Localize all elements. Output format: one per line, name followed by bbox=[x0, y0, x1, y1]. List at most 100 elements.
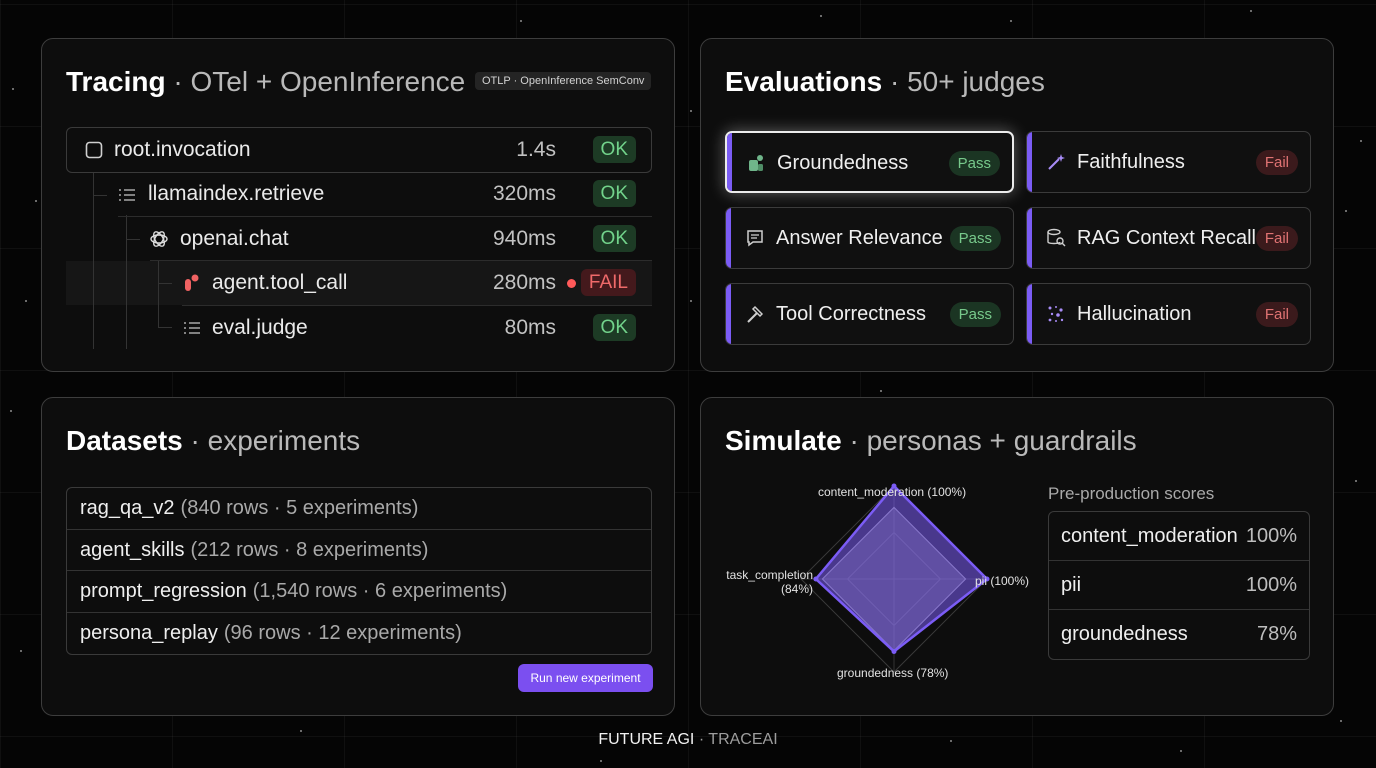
span-name: eval.judge bbox=[212, 316, 308, 339]
scores-table: content_moderation 100% pii 100% groundedn… bbox=[1048, 511, 1310, 660]
status-badge: OK bbox=[592, 180, 636, 207]
star-dot bbox=[1355, 480, 1357, 482]
judge-name: RAG Context Recall bbox=[1077, 227, 1256, 249]
radar-label-left-line: (84%) bbox=[780, 582, 813, 596]
judge-accent-bar bbox=[1027, 284, 1032, 344]
title-separator: · bbox=[173, 66, 183, 97]
span-duration: 940ms bbox=[492, 227, 556, 250]
judge-card-hallucination[interactable]: Hallucination Fail bbox=[1026, 283, 1311, 345]
scores-heading: Pre-production scores bbox=[1048, 484, 1215, 503]
status-badge: FAIL bbox=[580, 269, 636, 296]
judge-card-rag-context-recall[interactable]: RAG Context Recall Fail bbox=[1026, 207, 1311, 269]
score-row: groundedness 78% bbox=[1049, 610, 1309, 659]
span-duration: 320ms bbox=[492, 182, 556, 205]
datasets-title: Datasets · experiments bbox=[66, 425, 360, 457]
dataset-meta: (96 rows · 12 experiments) bbox=[223, 621, 462, 644]
tracing-panel: Tracing · OTel + OpenInference OTLP · Op… bbox=[41, 38, 675, 372]
star-dot bbox=[35, 200, 37, 202]
span-name: llamaindex.retrieve bbox=[148, 182, 325, 205]
hammer-icon bbox=[747, 305, 764, 323]
dataset-row[interactable]: prompt_regression (1,540 rows · 6 experim… bbox=[67, 571, 651, 613]
status-badge: OK bbox=[592, 225, 636, 252]
judge-accent-bar bbox=[1027, 208, 1032, 268]
datasets-panel: Datasets · experiments rag_qa_v2 (840 row… bbox=[41, 397, 675, 716]
footer-separator: · bbox=[698, 731, 705, 748]
magic-wand-icon bbox=[1048, 154, 1065, 170]
datasets-title-main: Datasets bbox=[66, 425, 183, 456]
star-dot bbox=[600, 760, 602, 762]
tree-branch bbox=[158, 327, 172, 328]
tree-branch bbox=[93, 195, 107, 196]
star-dot bbox=[25, 300, 27, 302]
span-duration: 80ms bbox=[504, 316, 556, 339]
tree-guide bbox=[158, 261, 159, 327]
tracing-title-main: Tracing bbox=[66, 66, 166, 97]
score-name: groundedness bbox=[1061, 623, 1188, 645]
evaluations-title: Evaluations · 50+ judges bbox=[725, 66, 1045, 98]
judge-card-answer-relevance[interactable]: Answer Relevance Pass bbox=[725, 207, 1014, 269]
dataset-row[interactable]: persona_replay (96 rows · 12 experiments) bbox=[67, 613, 651, 655]
judge-name: Answer Relevance bbox=[776, 227, 943, 249]
star-dot bbox=[1345, 210, 1347, 212]
star-dot bbox=[1340, 720, 1342, 722]
title-separator: · bbox=[190, 425, 200, 456]
score-value: 100% bbox=[1245, 574, 1297, 596]
judge-card-faithfulness[interactable]: Faithfulness Fail bbox=[1026, 131, 1311, 193]
error-dot bbox=[567, 279, 576, 288]
score-value: 100% bbox=[1245, 525, 1297, 547]
product-name: TRACEAI bbox=[708, 731, 778, 748]
dataset-meta: (1,540 rows · 6 experiments) bbox=[252, 580, 508, 602]
span-name: agent.tool_call bbox=[212, 271, 348, 294]
judge-card-groundedness[interactable]: Groundedness Pass bbox=[725, 131, 1014, 193]
footer-brand: FUTURE AGI · TRACEAI bbox=[0, 731, 1376, 749]
span-name: root.invocation bbox=[114, 138, 251, 161]
judge-card-tool-correctness[interactable]: Tool Correctness Pass bbox=[725, 283, 1014, 345]
star-dot bbox=[20, 650, 22, 652]
star-dot bbox=[820, 15, 822, 17]
score-row: pii 100% bbox=[1049, 561, 1309, 610]
judge-accent-bar bbox=[727, 133, 732, 191]
judge-name: Groundedness bbox=[777, 152, 909, 174]
judge-name: Tool Correctness bbox=[776, 303, 927, 325]
tree-branch bbox=[158, 283, 172, 284]
dataset-meta: (840 rows · 5 experiments) bbox=[180, 497, 419, 519]
dataset-name: persona_replay bbox=[80, 621, 218, 644]
star-dot bbox=[690, 110, 692, 112]
status-badge: OK bbox=[592, 136, 636, 163]
dataset-row[interactable]: agent_skills (212 rows · 8 experiments) bbox=[67, 530, 651, 571]
radar-point-task_completion bbox=[813, 576, 819, 582]
radar-label-left-line: task_completion bbox=[726, 568, 813, 582]
list-icon bbox=[117, 185, 137, 205]
star-dot bbox=[1360, 140, 1362, 142]
star-dot bbox=[1180, 750, 1182, 752]
datasets-subtitle: experiments bbox=[207, 425, 361, 456]
dataset-row[interactable]: rag_qa_v2 (840 rows · 5 experiments) bbox=[67, 488, 651, 530]
star-dot bbox=[12, 88, 14, 90]
star-dot bbox=[880, 390, 882, 392]
radar-label-top: content_moderation (100%) bbox=[818, 485, 967, 499]
star-dot bbox=[520, 20, 522, 22]
star-dot bbox=[10, 410, 12, 412]
brand-name: FUTURE AGI bbox=[598, 731, 695, 748]
message-icon bbox=[747, 230, 763, 247]
evaluations-subtitle: 50+ judges bbox=[907, 66, 1045, 97]
status-badge: OK bbox=[592, 314, 636, 341]
tracing-subtitle: OTel + OpenInference bbox=[190, 66, 466, 97]
span-highlight bbox=[66, 261, 652, 305]
tree-branch bbox=[126, 239, 140, 240]
radar-series-area bbox=[814, 484, 989, 654]
judge-result-badge: Fail bbox=[1255, 226, 1298, 251]
dataset-name: agent_skills bbox=[80, 538, 185, 561]
judge-accent-bar bbox=[1027, 132, 1032, 192]
span-duration: 1.4s bbox=[516, 138, 556, 161]
tree-guide bbox=[93, 173, 94, 349]
checkbox-icon[interactable] bbox=[84, 140, 104, 160]
tool-call-icon bbox=[182, 273, 202, 293]
row-divider bbox=[182, 305, 652, 306]
run-experiment-button[interactable]: Run new experiment bbox=[518, 664, 653, 692]
judge-accent-bar bbox=[726, 208, 731, 268]
star-dot bbox=[1250, 10, 1252, 12]
radar-label-right: pii (100%) bbox=[975, 574, 1030, 588]
radar-label-bottom: groundedness (78%) bbox=[837, 666, 949, 680]
list-icon bbox=[182, 318, 202, 338]
